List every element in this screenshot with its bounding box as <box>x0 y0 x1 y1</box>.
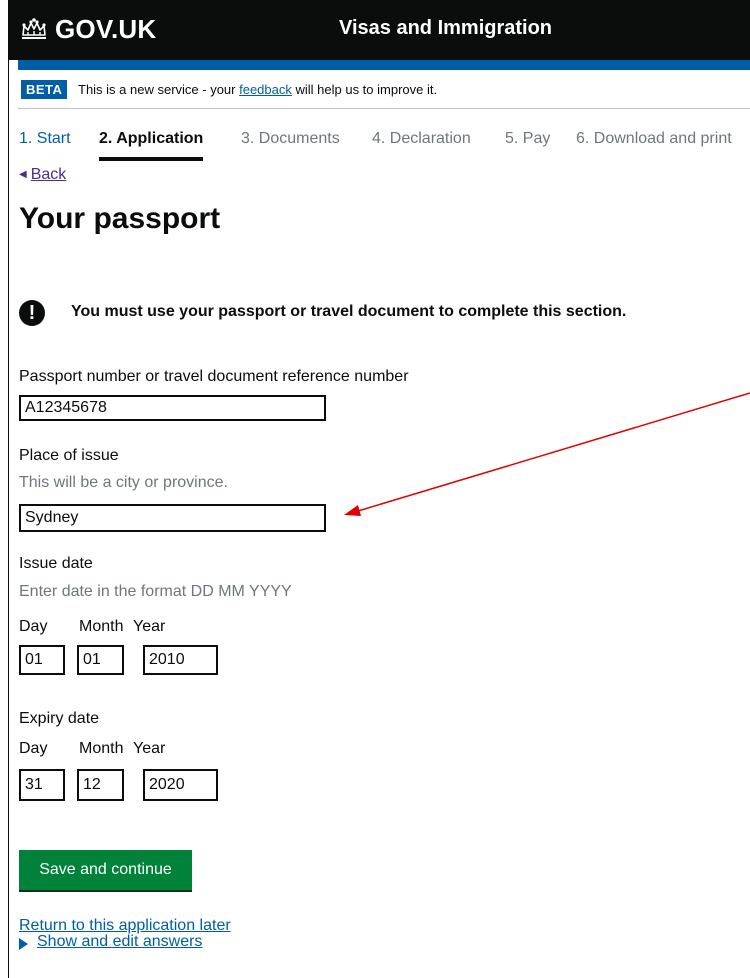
service-name[interactable]: Visas and Immigration <box>339 17 552 40</box>
show-edit-answers-link[interactable]: Show and edit answers <box>37 933 202 951</box>
save-and-continue-button[interactable]: Save and continue <box>19 850 192 890</box>
disclosure-triangle-icon <box>19 938 28 950</box>
expiry-day-input[interactable] <box>19 769 65 801</box>
page-frame: GOV.UK Visas and Immigration BETA This i… <box>8 0 750 978</box>
step-application: 2. Application <box>99 130 204 161</box>
back-arrow-icon: ◀ <box>19 169 27 180</box>
feedback-link[interactable]: feedback <box>239 82 292 97</box>
issue-day-label: Day <box>19 618 48 635</box>
expiry-year-label: Year <box>133 740 166 757</box>
passport-number-input[interactable] <box>19 395 326 421</box>
expiry-date-label: Expiry date <box>19 710 100 727</box>
phase-banner-text: This is a new service - your feedback wi… <box>78 82 437 97</box>
expiry-day-label: Day <box>19 740 48 757</box>
place-of-issue-hint: This will be a city or province. <box>19 474 228 491</box>
phase-banner: BETA This is a new service - your feedba… <box>18 70 750 109</box>
page-title: Your passport <box>19 202 221 235</box>
crown-icon <box>22 18 46 39</box>
passport-number-label: Passport number or travel document refer… <box>19 368 409 385</box>
phase-text-before: This is a new service - your <box>78 82 240 97</box>
issue-day-input[interactable] <box>19 645 65 675</box>
step-declaration: 4. Declaration <box>372 130 471 147</box>
place-of-issue-input[interactable] <box>19 504 326 532</box>
issue-year-input[interactable] <box>143 645 218 675</box>
step-pay: 5. Pay <box>505 130 551 147</box>
issue-date-hint: Enter date in the format DD MM YYYY <box>19 583 292 600</box>
govuk-logo[interactable]: GOV.UK <box>19 12 156 46</box>
beta-tag: BETA <box>21 80 68 99</box>
logo-text: GOV.UK <box>55 13 157 44</box>
back-link-label: Back <box>30 166 67 183</box>
step-download-print: 6. Download and print <box>576 130 732 147</box>
back-link[interactable]: ◀ Back <box>19 166 66 184</box>
step-start[interactable]: 1. Start <box>19 130 71 148</box>
place-of-issue-label: Place of issue <box>19 447 119 464</box>
issue-month-label: Month <box>79 618 124 635</box>
expiry-month-input[interactable] <box>77 769 124 801</box>
site-header: GOV.UK Visas and Immigration <box>9 0 750 60</box>
phase-text-after: will help us to improve it. <box>291 82 438 97</box>
header-underline <box>18 60 750 70</box>
warning-text: You must use your passport or travel doc… <box>71 303 627 320</box>
issue-month-input[interactable] <box>77 645 124 675</box>
issue-year-label: Year <box>133 618 166 635</box>
exclamation-icon: ! <box>19 300 45 326</box>
issue-date-label: Issue date <box>19 555 93 572</box>
expiry-month-label: Month <box>79 740 124 757</box>
expiry-year-input[interactable] <box>143 769 218 801</box>
step-documents: 3. Documents <box>241 130 340 147</box>
